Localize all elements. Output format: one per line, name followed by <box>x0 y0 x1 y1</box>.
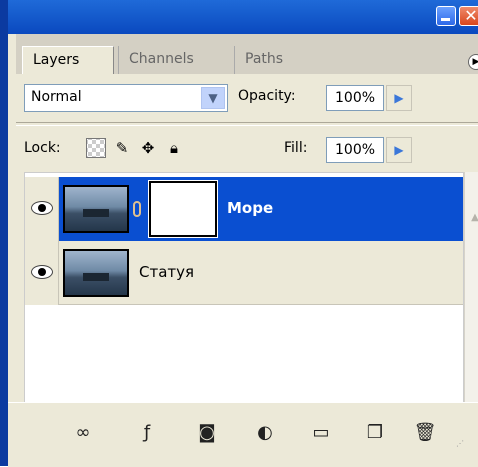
layer-thumbnail <box>63 185 129 233</box>
palette-title-bar[interactable]: ✕ <box>0 0 478 34</box>
minimize-button[interactable] <box>436 6 456 26</box>
layer-name: Море <box>227 199 274 217</box>
arrow-right-icon: ▶ <box>394 143 404 157</box>
lock-transparent-pixels-icon[interactable] <box>86 138 106 158</box>
palette-tabs: Layers Channels Paths ▶ <box>16 34 478 74</box>
opacity-slider-button[interactable]: ▶ <box>386 85 412 111</box>
eye-icon <box>31 201 53 215</box>
blend-mode-value: Normal <box>31 89 82 105</box>
lock-all-icon[interactable]: 🔒︎ <box>164 138 184 158</box>
lock-position-icon[interactable]: ✥ <box>138 138 158 158</box>
scroll-up-icon[interactable]: ▲ <box>467 212 478 230</box>
opacity-field[interactable]: 100% <box>326 85 384 111</box>
chevron-down-icon[interactable]: ▼ <box>201 87 225 109</box>
layers-palette: ✕ Layers Channels Paths ▶ Normal ▼ Opaci… <box>0 0 478 467</box>
bottom-toolbar: ∞ ƒ ◙ ◐ ▭ ❐ 🗑︎ ⋰ <box>8 402 478 467</box>
adjustment-layer-icon[interactable]: ◐ <box>252 421 278 445</box>
fill-label: Fill: <box>284 140 308 156</box>
thumbnail-detail <box>83 273 109 281</box>
divider <box>16 122 478 126</box>
layers-list: Море Статуя <box>24 172 464 434</box>
close-button[interactable]: ✕ <box>459 6 478 26</box>
visibility-toggle[interactable] <box>25 241 59 305</box>
fill-field[interactable]: 100% <box>326 137 384 163</box>
layer-style-icon[interactable]: ƒ <box>134 421 160 445</box>
opacity-label: Opacity: <box>238 88 296 104</box>
triangle-right-icon: ▶ <box>472 57 478 67</box>
palette-menu-button[interactable]: ▶ <box>468 54 478 70</box>
layer-name: Статуя <box>139 263 195 281</box>
delete-layer-icon[interactable]: 🗑︎ <box>412 421 438 445</box>
lock-label: Lock: <box>24 140 61 156</box>
new-layer-icon[interactable]: ❐ <box>362 421 388 445</box>
minimize-icon <box>441 18 450 21</box>
link-layers-icon[interactable]: ∞ <box>70 421 96 445</box>
visibility-toggle[interactable] <box>25 177 59 241</box>
link-icon[interactable] <box>133 201 141 217</box>
tab-paths[interactable]: Paths <box>234 46 318 74</box>
resize-grip-icon[interactable]: ⋰ <box>456 439 470 453</box>
layer-row-sea[interactable]: Море <box>25 177 463 241</box>
blend-mode-select[interactable]: Normal ▼ <box>24 84 228 112</box>
tab-channels[interactable]: Channels <box>118 46 230 74</box>
thumbnail-detail <box>83 209 109 217</box>
fill-slider-button[interactable]: ▶ <box>386 137 412 163</box>
lock-image-pixels-icon[interactable]: ✎ <box>112 138 132 158</box>
layer-row-statue[interactable]: Статуя <box>25 241 463 305</box>
layer-mask-thumbnail[interactable] <box>148 180 218 238</box>
layer-thumbnail <box>63 249 129 297</box>
new-group-icon[interactable]: ▭ <box>308 421 334 445</box>
add-mask-icon[interactable]: ◙ <box>194 421 220 445</box>
arrow-right-icon: ▶ <box>394 91 404 105</box>
eye-icon <box>31 265 53 279</box>
tab-layers[interactable]: Layers <box>22 46 114 74</box>
close-icon: ✕ <box>464 6 478 25</box>
layers-scrollbar[interactable]: ▲ ▼ <box>464 172 478 434</box>
